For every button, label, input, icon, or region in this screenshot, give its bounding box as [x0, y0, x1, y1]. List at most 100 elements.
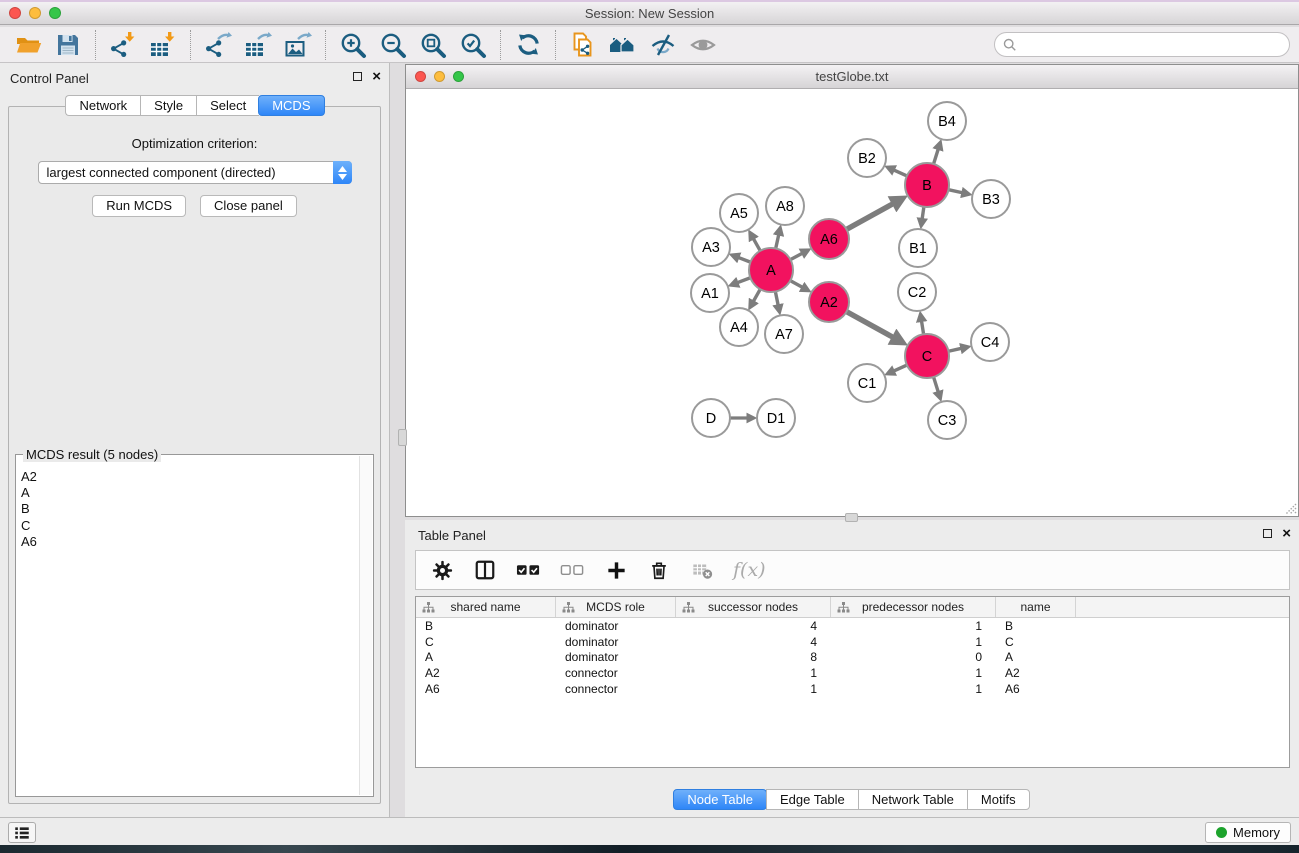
tab-style[interactable]: Style [140, 95, 196, 116]
mcds-result-item[interactable]: C [21, 518, 359, 534]
network-edge-C-C1[interactable] [894, 365, 907, 371]
network-node-B[interactable]: B [905, 163, 949, 207]
network-node-C3[interactable]: C3 [928, 401, 966, 439]
tab-network-table[interactable]: Network Table [858, 789, 967, 810]
network-edge-B-B2[interactable] [894, 170, 907, 176]
column-header-successor-nodes[interactable]: successor nodes [676, 597, 831, 617]
copy-network-button[interactable] [563, 29, 603, 61]
network-edge-A-A6[interactable] [790, 253, 802, 259]
network-node-A5[interactable]: A5 [720, 194, 758, 232]
criterion-dropdown[interactable]: largest connected component (directed) [38, 161, 352, 184]
show-hide-columns-button[interactable] [473, 559, 497, 581]
network-edge-C-C3[interactable] [934, 377, 939, 392]
tab-node-table[interactable]: Node Table [673, 789, 767, 810]
zoom-selected-button[interactable] [453, 29, 493, 61]
close-panel-button-mcds[interactable]: Close panel [200, 195, 297, 217]
column-header-shared-name[interactable]: shared name [416, 597, 556, 617]
close-network-window-button[interactable] [415, 71, 426, 82]
network-node-D[interactable]: D [692, 399, 730, 437]
memory-button[interactable]: Memory [1205, 822, 1291, 843]
tab-edge-table[interactable]: Edge Table [766, 789, 858, 810]
task-history-button[interactable] [8, 822, 36, 843]
network-node-D1[interactable]: D1 [757, 399, 795, 437]
zoom-out-button[interactable] [373, 29, 413, 61]
tab-network[interactable]: Network [65, 95, 140, 116]
tab-motifs[interactable]: Motifs [967, 789, 1030, 810]
zoom-fit-button[interactable] [413, 29, 453, 61]
export-network-button[interactable] [198, 29, 238, 61]
import-network-button[interactable] [103, 29, 143, 61]
network-edge-A-A2[interactable] [790, 281, 802, 288]
network-node-A2[interactable]: A2 [809, 282, 849, 322]
close-window-button[interactable] [9, 7, 21, 19]
hide-graphics-details-button[interactable] [643, 29, 683, 61]
table-row[interactable]: Bdominator41B [416, 618, 1289, 634]
network-canvas[interactable]: AA1A2A3A4A5A6A7A8BB1B2B3B4CC1C2C3C4DD1 [406, 89, 1298, 516]
open-session-button[interactable] [8, 29, 48, 61]
table-row[interactable]: Cdominator41C [416, 634, 1289, 650]
run-mcds-button[interactable]: Run MCDS [92, 195, 186, 217]
network-edge-A-A5[interactable] [753, 238, 760, 250]
mcds-result-item[interactable]: B [21, 501, 359, 517]
network-edge-C-C2[interactable] [922, 321, 924, 334]
node-table[interactable]: shared nameMCDS rolesuccessor nodesprede… [415, 596, 1290, 768]
network-node-C4[interactable]: C4 [971, 323, 1009, 361]
zoom-network-window-button[interactable] [453, 71, 464, 82]
network-node-B1[interactable]: B1 [899, 229, 937, 267]
network-edge-A-A3[interactable] [738, 257, 750, 262]
network-node-A4[interactable]: A4 [720, 308, 758, 346]
network-edge-C-C4[interactable] [948, 348, 961, 351]
column-header-predecessor-nodes[interactable]: predecessor nodes [831, 597, 996, 617]
result-list-scrollbar[interactable] [359, 456, 372, 795]
network-node-A7[interactable]: A7 [765, 315, 803, 353]
column-header-name[interactable]: name [996, 597, 1076, 617]
network-edge-A-A1[interactable] [737, 278, 750, 283]
home-button[interactable] [603, 29, 643, 61]
network-edge-B-B3[interactable] [948, 190, 962, 193]
minimize-window-button[interactable] [29, 7, 41, 19]
deselect-all-button[interactable] [560, 562, 585, 578]
export-image-button[interactable] [278, 29, 318, 61]
delete-column-button[interactable] [647, 559, 671, 581]
table-row[interactable]: Adominator80A [416, 649, 1289, 665]
network-node-A6[interactable]: A6 [809, 219, 849, 259]
tab-select[interactable]: Select [196, 95, 259, 116]
apply-layout-button[interactable] [508, 29, 548, 61]
select-all-button[interactable] [516, 562, 541, 578]
network-edge-B-B1[interactable] [922, 207, 924, 219]
network-edge-A6-B[interactable] [847, 203, 894, 229]
table-row[interactable]: A6connector11A6 [416, 681, 1289, 697]
horizontal-splitter-grip[interactable] [845, 513, 858, 522]
tab-mcds[interactable]: MCDS [258, 95, 324, 116]
zoom-window-button[interactable] [49, 7, 61, 19]
network-node-C[interactable]: C [905, 334, 949, 378]
float-table-panel-button[interactable] [1263, 529, 1272, 538]
network-edge-B-B4[interactable] [934, 149, 939, 164]
close-panel-button[interactable]: × [372, 71, 381, 82]
network-node-A8[interactable]: A8 [766, 187, 804, 225]
network-graph[interactable]: AA1A2A3A4A5A6A7A8BB1B2B3B4CC1C2C3C4DD1 [406, 89, 1298, 517]
resize-grip-icon[interactable] [1282, 500, 1297, 515]
search-input[interactable] [1017, 37, 1281, 52]
function-builder-button[interactable]: f(x) [733, 559, 766, 581]
zoom-in-button[interactable] [333, 29, 373, 61]
mcds-result-item[interactable]: A [21, 485, 359, 501]
network-node-A[interactable]: A [749, 248, 793, 292]
mcds-result-item[interactable]: A2 [21, 469, 359, 485]
network-node-A3[interactable]: A3 [692, 228, 730, 266]
table-settings-button[interactable] [430, 559, 454, 582]
network-node-B4[interactable]: B4 [928, 102, 966, 140]
table-row[interactable]: A2connector11A2 [416, 665, 1289, 681]
network-node-C1[interactable]: C1 [848, 364, 886, 402]
show-graphics-details-button[interactable] [683, 29, 723, 61]
add-column-button[interactable] [604, 559, 628, 582]
network-edge-A-A8[interactable] [776, 235, 779, 249]
export-table-button[interactable] [238, 29, 278, 61]
vertical-splitter-grip[interactable] [398, 429, 407, 446]
minimize-network-window-button[interactable] [434, 71, 445, 82]
search-field[interactable] [994, 32, 1290, 57]
network-edge-A-A4[interactable] [753, 289, 760, 301]
network-node-B2[interactable]: B2 [848, 139, 886, 177]
import-table-button[interactable] [143, 29, 183, 61]
network-node-C2[interactable]: C2 [898, 273, 936, 311]
